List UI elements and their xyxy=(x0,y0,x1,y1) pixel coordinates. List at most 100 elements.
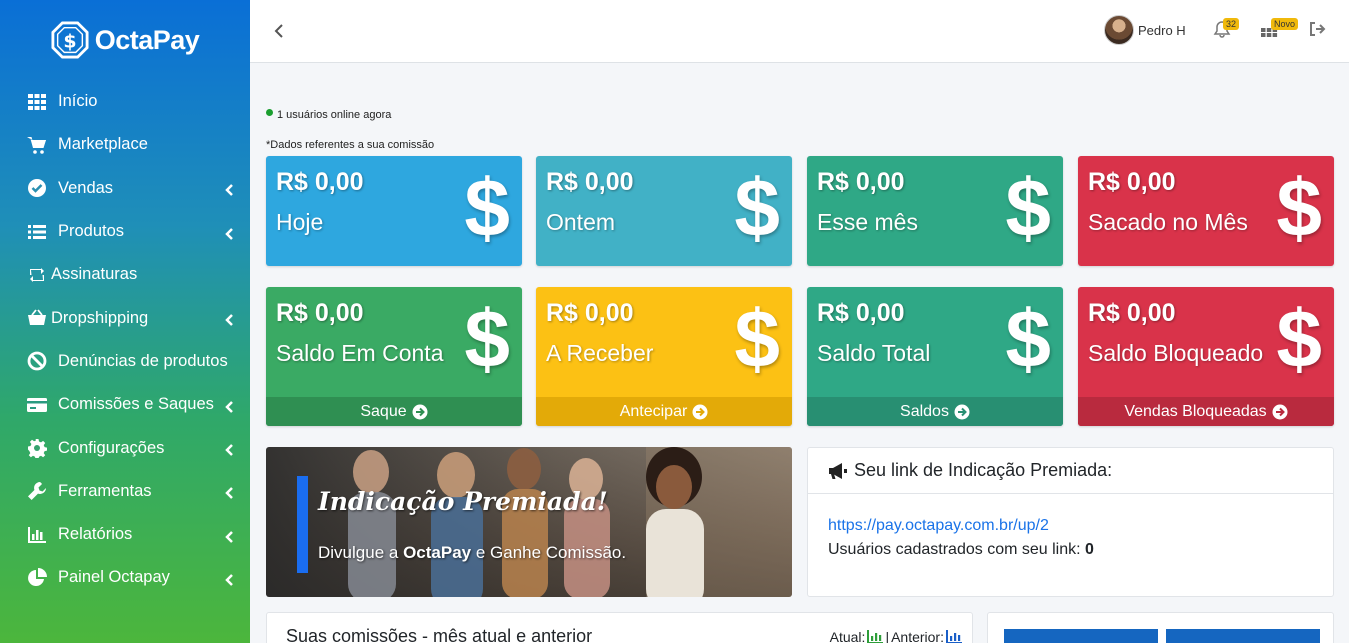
chevron-left-icon xyxy=(224,442,234,456)
chevron-left-icon xyxy=(224,529,234,543)
sidebar-item-inicio[interactable]: Início xyxy=(0,80,250,123)
card-tab-block xyxy=(1166,629,1320,643)
commissions-card: Suas comissões - mês atual e anterior At… xyxy=(266,612,973,643)
dollar-icon: $ xyxy=(734,163,780,254)
basket-icon xyxy=(26,308,48,328)
topbar: Pedro H 32 Novo xyxy=(250,0,1349,63)
sidebar-item-vendas[interactable]: Vendas xyxy=(0,167,250,210)
banner-sub-brand: OctaPay xyxy=(403,543,472,562)
sidebar-item-dropshipping[interactable]: Dropshipping xyxy=(0,296,250,339)
banner-subtitle: Divulgue a OctaPay e Ganhe Comissão. xyxy=(318,543,626,563)
megaphone-icon xyxy=(829,462,847,479)
sidebar-item-configuracoes[interactable]: Configurações xyxy=(0,426,250,469)
sidebar-item-painel[interactable]: Painel Octapay xyxy=(0,556,250,599)
sidebar-item-produtos[interactable]: Produtos xyxy=(0,210,250,253)
referral-banner[interactable]: Indicação Premiada! Divulgue a OctaPay e… xyxy=(266,447,792,597)
sidebar-item-assinaturas[interactable]: Assinaturas xyxy=(0,253,250,296)
chevron-left-icon xyxy=(224,226,234,240)
stat-label: Sacado no Mês xyxy=(1088,209,1248,235)
stat-label: Esse mês xyxy=(817,209,918,235)
chevron-left-icon xyxy=(224,572,234,586)
sidebar: $ OctaPay Início Marketplace Vendas Prod… xyxy=(0,0,250,643)
sidebar-item-label: Dropshipping xyxy=(51,308,149,327)
people-photo-image xyxy=(348,447,792,597)
online-dot-icon xyxy=(266,108,273,116)
sidebar-item-label: Configurações xyxy=(58,438,165,457)
stat-amount: R$ 0,00 xyxy=(817,299,905,327)
footer-label: Vendas Bloqueadas xyxy=(1124,402,1267,420)
stat-amount: R$ 0,00 xyxy=(1088,299,1176,327)
sidebar-item-label: Denúncias de produtos xyxy=(58,351,228,370)
pie-chart-icon xyxy=(26,567,48,588)
user-name: Pedro H xyxy=(1138,22,1186,38)
chevron-left-icon xyxy=(224,312,234,327)
sidebar-item-ferramentas[interactable]: Ferramentas xyxy=(0,470,250,513)
arrow-circle-right-icon xyxy=(954,404,970,419)
sidebar-item-marketplace[interactable]: Marketplace xyxy=(0,123,250,166)
anticipate-link[interactable]: Antecipar xyxy=(536,397,792,426)
stat-box-blocked: R$ 0,00 Saldo Bloqueado $ Vendas Bloquea… xyxy=(1078,287,1334,426)
referral-card: Seu link de Indicação Premiada: https://… xyxy=(807,447,1334,597)
chevron-left-icon xyxy=(224,182,234,197)
brand[interactable]: $ OctaPay xyxy=(0,0,250,80)
avatar xyxy=(1104,15,1134,45)
ban-icon xyxy=(26,351,48,371)
referral-users-count: 0 xyxy=(1085,541,1094,558)
accent-bar xyxy=(297,476,308,573)
dollar-icon: $ xyxy=(1276,294,1322,385)
sidebar-item-denuncias[interactable]: Denúncias de produtos xyxy=(0,340,250,383)
sidebar-item-relatorios[interactable]: Relatórios xyxy=(0,513,250,556)
brand-name: OctaPay xyxy=(94,24,200,55)
sidebar-item-label: Painel Octapay xyxy=(58,568,170,587)
notification-badge: 32 xyxy=(1223,18,1240,30)
banner-title: Indicação Premiada! xyxy=(318,487,608,516)
arrow-circle-right-icon xyxy=(692,404,708,419)
online-text: 1 usuários online agora xyxy=(277,109,392,121)
arrow-circle-right-icon xyxy=(412,404,428,419)
sidebar-item-label: Assinaturas xyxy=(51,265,138,284)
new-badge: Novo xyxy=(1271,18,1299,30)
sidebar-item-label: Vendas xyxy=(58,178,114,197)
arrow-circle-right-icon xyxy=(1272,404,1288,419)
svg-text:$: $ xyxy=(63,31,76,53)
stat-label: A Receber xyxy=(546,340,654,366)
dollar-icon: $ xyxy=(1005,163,1051,254)
footer-label: Saldos xyxy=(900,402,949,420)
gear-icon xyxy=(26,438,48,459)
sidebar-item-label: Relatórios xyxy=(58,525,133,544)
stat-box-yesterday: R$ 0,00 Ontem $ xyxy=(536,156,792,266)
card-tab-block xyxy=(1004,629,1158,643)
stat-amount: R$ 0,00 xyxy=(817,168,905,196)
bar-chart-icon xyxy=(26,525,48,545)
octapay-logo-icon: $ xyxy=(51,21,89,59)
referral-users-label: Usuários cadastrados com seu link: xyxy=(828,541,1081,558)
check-circle-icon xyxy=(26,178,48,198)
blocked-sales-link[interactable]: Vendas Bloqueadas xyxy=(1078,397,1334,426)
balances-link[interactable]: Saldos xyxy=(807,397,1063,426)
user-menu[interactable]: Pedro H xyxy=(1104,15,1186,45)
sidebar-item-label: Ferramentas xyxy=(58,481,152,500)
logout-icon[interactable] xyxy=(1308,20,1326,38)
dollar-icon: $ xyxy=(734,294,780,385)
cart-icon xyxy=(26,135,48,155)
referral-link[interactable]: https://pay.octapay.com.br/up/2 xyxy=(828,517,1049,535)
banner-sub-suffix: e Ganhe Comissão. xyxy=(471,543,627,562)
stat-box-month: R$ 0,00 Esse mês $ xyxy=(807,156,1063,266)
stat-label: Saldo Em Conta xyxy=(276,340,444,366)
dollar-icon: $ xyxy=(464,294,510,385)
stat-amount: R$ 0,00 xyxy=(276,299,364,327)
stat-amount: R$ 0,00 xyxy=(546,299,634,327)
commissions-legend: Atual: | Anterior: xyxy=(830,629,962,643)
side-card xyxy=(987,612,1334,643)
wrench-icon xyxy=(26,481,48,501)
legend-current-label: Atual: xyxy=(829,629,866,643)
chevron-left-icon[interactable] xyxy=(272,22,286,40)
sidebar-item-comissoes[interactable]: Comissões e Saques xyxy=(0,383,250,426)
sidebar-item-label: Produtos xyxy=(58,222,125,241)
sidebar-item-label: Início xyxy=(58,92,98,111)
chevron-left-icon xyxy=(224,399,234,413)
sidebar-item-label: Comissões e Saques xyxy=(58,395,214,414)
withdraw-link[interactable]: Saque xyxy=(266,397,522,426)
bar-chart-previous-icon xyxy=(946,630,962,643)
referral-users: Usuários cadastrados com seu link: 0 xyxy=(828,541,1094,559)
